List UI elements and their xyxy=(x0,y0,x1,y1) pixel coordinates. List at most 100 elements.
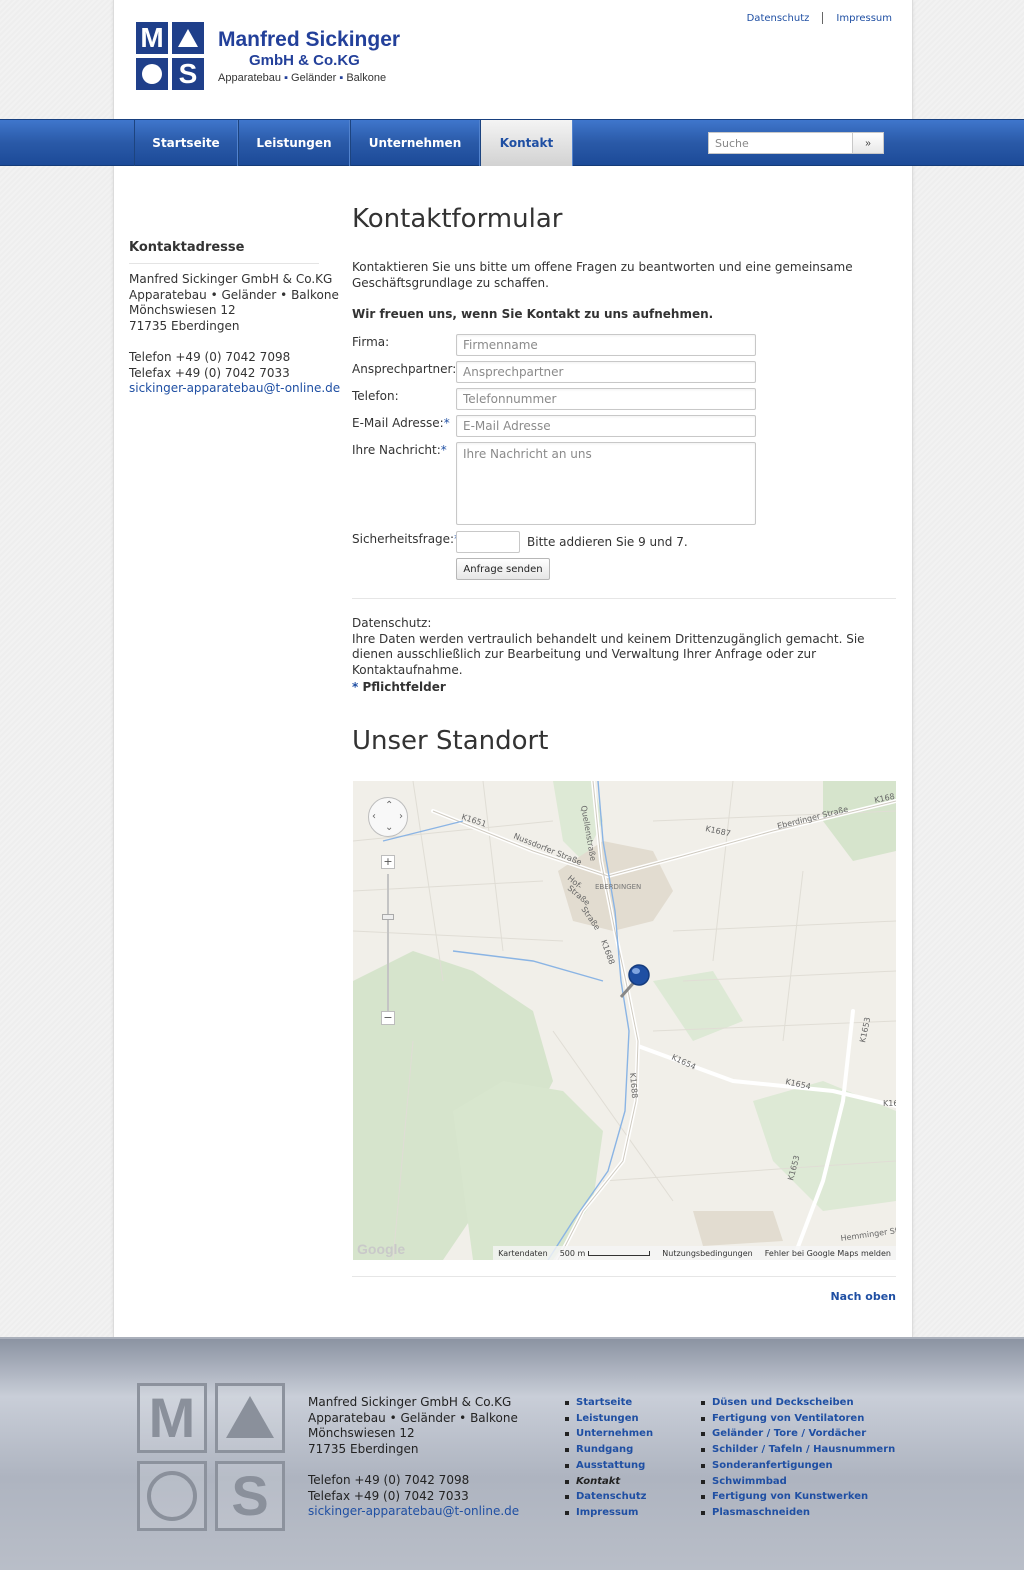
map-canvas: EBERDINGEN K1651 Nussdorfer Straße Quell… xyxy=(353,781,896,1260)
address-line: Mönchswiesen 12 xyxy=(308,1426,415,1441)
map-label: K1688 xyxy=(628,1072,639,1098)
footer-link-ausstattung[interactable]: Ausstattung xyxy=(576,1460,645,1471)
nav-item-kontakt[interactable]: Kontakt xyxy=(480,120,573,166)
list-item: Ausstattung xyxy=(565,1458,653,1474)
footer-link-schilder[interactable]: Schilder / Tafeln / Hausnummern xyxy=(712,1444,895,1455)
map-label: K1654 xyxy=(670,1053,697,1072)
google-logo: Google xyxy=(357,1241,406,1257)
zoom-slider-handle[interactable] xyxy=(382,914,394,920)
map-pan-control[interactable]: ⌃ ⌄ ‹ › xyxy=(368,797,408,837)
toplink-impressum[interactable]: Impressum xyxy=(836,13,892,24)
list-item: Sonderanfertigungen xyxy=(701,1458,895,1474)
brand[interactable]: Manfred Sickinger GmbH & Co.KG Apparateb… xyxy=(218,28,400,85)
footer-link-impressum[interactable]: Impressum xyxy=(576,1507,638,1518)
map-label: K16 xyxy=(883,1099,896,1108)
footer-links-main: Startseite Leistungen Unternehmen Rundga… xyxy=(565,1395,653,1521)
footer-link-sonderanfertigungen[interactable]: Sonderanfertigungen xyxy=(712,1460,833,1471)
footer-link-startseite[interactable]: Startseite xyxy=(576,1397,632,1408)
list-item: Unternehmen xyxy=(565,1426,653,1442)
firma-field[interactable] xyxy=(456,334,756,356)
telefon-label: Telefon: xyxy=(352,389,399,403)
fax: Telefax +49 (0) 7042 7033 xyxy=(308,1488,469,1503)
footer-logo-triangle xyxy=(215,1383,285,1453)
zoom-slider-track[interactable] xyxy=(387,874,389,1017)
message-field[interactable] xyxy=(456,442,756,525)
footer-link-ventilatoren[interactable]: Fertigung von Ventilatoren xyxy=(712,1413,864,1424)
footer-link-gelaender[interactable]: Geländer / Tore / Vordächer xyxy=(712,1428,866,1439)
footer-link-datenschutz[interactable]: Datenschutz xyxy=(576,1491,646,1502)
brand-legal-form: GmbH & Co.KG xyxy=(249,52,360,69)
security-label: Sicherheitsfrage:* xyxy=(352,532,460,546)
list-item: Düsen und Deckscheiben xyxy=(701,1395,895,1411)
map-label: EBERDINGEN xyxy=(595,883,641,891)
address-line: Mönchswiesen 12 xyxy=(129,303,236,318)
main-navbar: Startseite Leistungen Unternehmen Kontak… xyxy=(0,119,1024,166)
footer-link-unternehmen[interactable]: Unternehmen xyxy=(576,1428,653,1439)
address-line: 71735 Eberdingen xyxy=(129,318,240,333)
brand-tagline: Apparatebau ▪ Geländer ▪ Balkone xyxy=(218,72,387,84)
footer-logo: M S xyxy=(137,1383,285,1531)
list-item: Leistungen xyxy=(565,1411,653,1427)
nav-item-leistungen[interactable]: Leistungen xyxy=(238,120,350,166)
back-to-top-link[interactable]: Nach oben xyxy=(830,1290,896,1303)
firma-label: Firma: xyxy=(352,335,390,349)
submit-button[interactable]: Anfrage senden xyxy=(456,558,550,580)
phone: Telefon +49 (0) 7042 7098 xyxy=(129,349,291,364)
divider xyxy=(129,263,319,264)
map-label: K1653 xyxy=(858,1016,872,1043)
search-box: » xyxy=(708,132,884,154)
telefon-field[interactable] xyxy=(456,388,756,410)
email-label: E-Mail Adresse:* xyxy=(352,416,450,430)
footer-link-kunstwerke[interactable]: Fertigung von Kunstwerken xyxy=(712,1491,868,1502)
email-link[interactable]: sickinger-apparatebau@t-online.de xyxy=(129,381,340,395)
lead-text: Wir freuen uns, wenn Sie Kontakt zu uns … xyxy=(352,307,714,321)
footer-link-kontakt[interactable]: Kontakt xyxy=(576,1476,620,1487)
toplink-datenschutz[interactable]: Datenschutz xyxy=(747,13,810,24)
ansprech-field[interactable] xyxy=(456,361,756,383)
email-link[interactable]: sickinger-apparatebau@t-online.de xyxy=(308,1504,519,1518)
list-item: Plasmaschneiden xyxy=(701,1505,895,1521)
brand-name: Manfred Sickinger xyxy=(218,28,401,51)
map-label: K1688 xyxy=(599,939,616,966)
footer-link-schwimmbad[interactable]: Schwimmbad xyxy=(712,1476,787,1487)
fax: Telefax +49 (0) 7042 7033 xyxy=(129,365,290,380)
search-button[interactable]: » xyxy=(852,132,884,154)
list-item: Schwimmbad xyxy=(701,1474,895,1490)
ansprech-label: Ansprechpartner:* xyxy=(352,362,462,376)
privacy-text: Ihre Daten werden vertraulich behandelt … xyxy=(352,631,865,677)
address-line: Apparatebau • Geländer • Balkone xyxy=(129,287,339,302)
logo[interactable]: M S xyxy=(136,22,204,90)
security-answer-field[interactable] xyxy=(456,531,520,553)
map-label: Hemminger St xyxy=(840,1226,896,1243)
zoom-in-button[interactable]: + xyxy=(381,855,395,869)
google-map[interactable]: EBERDINGEN K1651 Nussdorfer Straße Quell… xyxy=(353,781,896,1260)
zoom-out-button[interactable]: − xyxy=(381,1011,395,1025)
logo-letter-m: M xyxy=(136,22,168,54)
location-title: Unser Standort xyxy=(352,726,549,756)
footer-link-leistungen[interactable]: Leistungen xyxy=(576,1413,639,1424)
footer-logo-letter-s: S xyxy=(215,1461,285,1531)
terms-link[interactable]: Nutzungsbedingungen xyxy=(662,1249,752,1258)
footer-link-rundgang[interactable]: Rundgang xyxy=(576,1444,633,1455)
map-data-link[interactable]: Kartendaten xyxy=(498,1249,548,1258)
list-item: Startseite xyxy=(565,1395,653,1411)
nav-item-startseite[interactable]: Startseite xyxy=(134,120,238,166)
sidebar-title: Kontaktadresse xyxy=(129,240,245,255)
list-item: Kontakt xyxy=(565,1474,653,1490)
footer-link-plasmaschneiden[interactable]: Plasmaschneiden xyxy=(712,1507,810,1518)
list-item: Fertigung von Kunstwerken xyxy=(701,1489,895,1505)
privacy-notice: Datenschutz: Ihre Daten werden vertrauli… xyxy=(352,616,900,678)
search-input[interactable] xyxy=(708,132,852,154)
address-line: Manfred Sickinger GmbH & Co.KG xyxy=(129,272,333,286)
required-note: * Pflichtfelder xyxy=(352,680,446,694)
email-field[interactable] xyxy=(456,415,756,437)
map-scale: 500 m xyxy=(560,1249,651,1258)
footer: M S Manfred Sickinger GmbH & Co.KG Appar… xyxy=(0,1337,1024,1570)
nav-item-unternehmen[interactable]: Unternehmen xyxy=(350,120,480,166)
message-label: Ihre Nachricht:* xyxy=(352,443,447,457)
divider xyxy=(822,12,824,24)
report-error-link[interactable]: Fehler bei Google Maps melden xyxy=(765,1249,891,1258)
footer-link-duesen[interactable]: Düsen und Deckscheiben xyxy=(712,1397,854,1408)
list-item: Rundgang xyxy=(565,1442,653,1458)
list-item: Datenschutz xyxy=(565,1489,653,1505)
